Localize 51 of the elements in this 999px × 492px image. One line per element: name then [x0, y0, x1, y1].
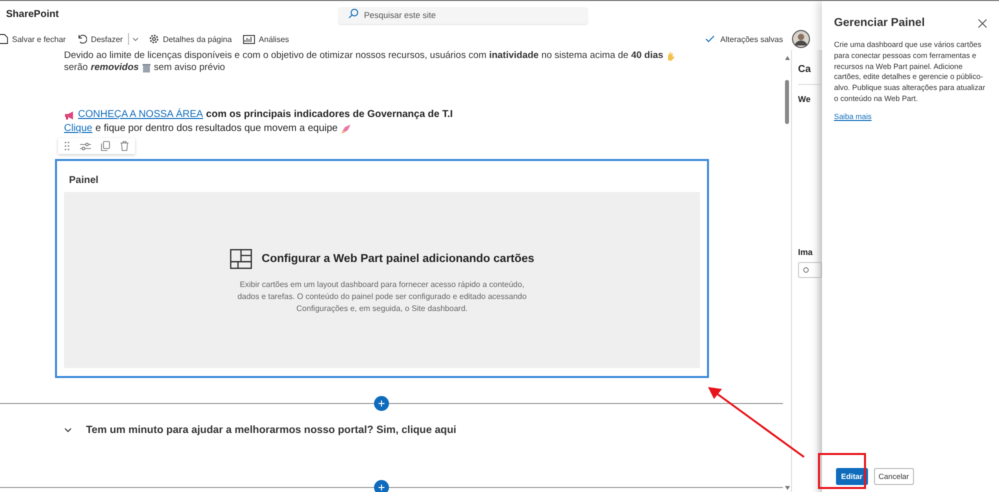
- site-title[interactable]: SharePoint: [6, 9, 59, 20]
- avatar[interactable]: [792, 30, 810, 48]
- settings-icon: [148, 34, 159, 44]
- notice-text: Devido ao limite de licenças disponíveis e com o objetivo de otimizar nossos recursos, usuários com inatividade no sistema acima de 40 dias: [64, 50, 664, 62]
- close-icon[interactable]: [978, 18, 987, 28]
- panel-title: Gerenciar Painel: [834, 17, 925, 29]
- toolbar-button[interactable]: Salvar e fechar: [0, 34, 71, 44]
- area-link[interactable]: CONHEÇA A NOSSA ÁREA: [78, 108, 204, 122]
- check-icon: [705, 35, 716, 43]
- search-icon: [802, 266, 809, 274]
- webpart-title: Painel: [69, 174, 100, 188]
- notice-emphasis: removidos: [90, 62, 139, 74]
- search-field[interactable]: Pesquisar este site: [338, 6, 588, 24]
- plus-icon: [378, 400, 385, 407]
- add-section-button[interactable]: [374, 480, 389, 492]
- copy-icon[interactable]: [101, 141, 110, 151]
- undo-icon: [76, 34, 87, 44]
- webpart-card[interactable]: [55, 159, 709, 378]
- megaphone-icon: [64, 110, 75, 120]
- webpart-description: Exibir cartões em um layout dashboard para fornecer acesso rápido a conteúdo, dados e tarefas. O conteúdo do painel pode ser configurado e editado acessando Configurações e, em seguida, o Site dashboard.: [237, 279, 527, 315]
- save-status: Alterações salvas: [720, 34, 783, 44]
- scroll-up-icon[interactable]: [784, 56, 790, 60]
- trash-icon: [142, 63, 151, 73]
- toolbar-button[interactable]: Desfazer: [72, 34, 128, 44]
- hand-icon: [666, 51, 676, 61]
- dashboard-icon: [230, 249, 252, 269]
- page-icon: [0, 34, 8, 44]
- delete-icon[interactable]: [120, 141, 129, 151]
- scroll-down-icon[interactable]: [784, 486, 790, 490]
- rocket-icon: [340, 124, 351, 134]
- chevron-icon[interactable]: [64, 427, 72, 433]
- toolbar-button[interactable]: Análises: [238, 34, 294, 44]
- pane-label: We: [798, 94, 812, 104]
- notice-text: serão: [64, 62, 88, 74]
- caret-icon[interactable]: [132, 36, 139, 42]
- plus-icon: [378, 484, 385, 491]
- sliders-icon[interactable]: [80, 142, 91, 150]
- scroll-thumb[interactable]: [785, 80, 789, 124]
- drag-handle-icon[interactable]: [64, 141, 70, 151]
- add-section-button[interactable]: [374, 396, 389, 411]
- highlight-text: e fique por dentro dos resultados que movem a equipe: [95, 122, 338, 135]
- highlight-text: com os principais indicadores de Governança de T.I: [206, 108, 453, 122]
- section-title[interactable]: Tem um minuto para ajudar a melhorarmos nosso portal? Sim, clique aqui: [86, 424, 456, 436]
- chart-window-icon: [242, 34, 255, 44]
- highlight-box: [818, 453, 866, 489]
- toolbar-button[interactable]: Detalhes da página: [144, 34, 237, 44]
- notice-text: sem aviso prévio: [154, 62, 226, 74]
- search-icon: [348, 8, 359, 19]
- pane-label: Ima: [798, 247, 814, 257]
- webpart-heading: Configurar a Web Part painel adicionando cartões: [262, 253, 534, 265]
- click-link[interactable]: Clique: [64, 122, 92, 135]
